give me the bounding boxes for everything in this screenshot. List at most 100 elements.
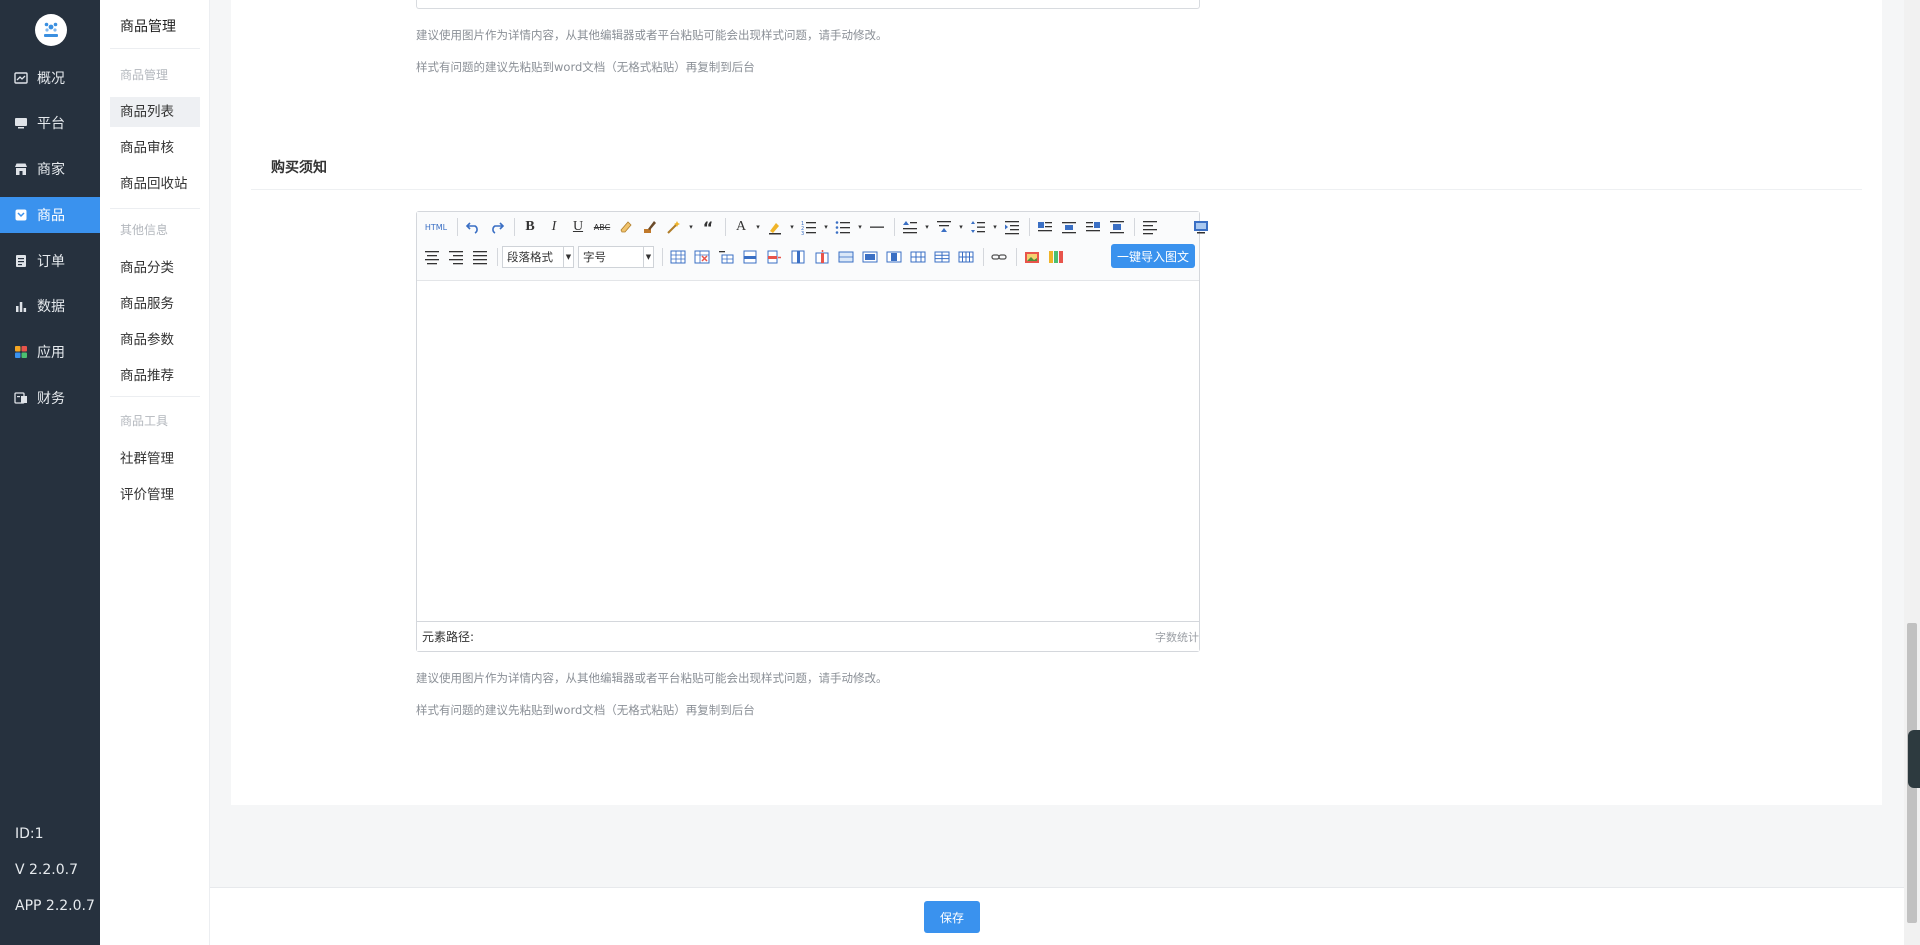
insert-column-icon[interactable] [787,246,809,268]
split-columns-icon[interactable] [955,246,977,268]
blockquote-icon[interactable]: “ [697,216,719,238]
nav-label: 平台 [37,116,65,132]
toolbar-separator [497,248,498,266]
chevron-down-icon[interactable]: ▾ [687,216,695,238]
align-justify-icon[interactable] [469,246,491,268]
multi-image-icon[interactable] [1045,246,1067,268]
chevron-down-icon[interactable]: ▾ [923,216,931,238]
html-source-button[interactable]: HTML [421,216,451,238]
ordered-list-icon[interactable]: 123 [798,216,820,238]
nav-platform[interactable]: 平台 [0,105,100,141]
line-height-icon[interactable] [967,216,989,238]
split-cells-icon[interactable] [907,246,929,268]
row-spacing-top-icon[interactable] [933,216,955,238]
italic-icon[interactable]: I [543,216,565,238]
horizontal-rule-icon[interactable] [866,216,888,238]
submenu-item-goods-review[interactable]: 商品审核 [110,133,200,163]
chevron-down-icon[interactable]: ▾ [788,216,796,238]
delete-table-icon[interactable] [691,246,713,268]
import-content-button[interactable]: 一键导入图文 [1110,244,1195,268]
paragraph-format-select[interactable]: 段落格式 ▼ [502,246,574,268]
nav-merchant[interactable]: 商家 [0,151,100,187]
chevron-down-icon[interactable]: ▾ [991,216,999,238]
nav-order[interactable]: 订单 [0,243,100,279]
element-path-label: 元素路径: [422,630,475,644]
highlight-color-icon[interactable] [764,216,786,238]
underline-icon[interactable]: U [567,216,589,238]
goods-icon [14,208,28,222]
indent-icon[interactable] [1001,216,1023,238]
chevron-down-icon[interactable]: ▾ [754,216,762,238]
save-button[interactable]: 保存 [924,901,980,933]
section-title: 购买须知 [271,160,327,176]
delete-column-icon[interactable] [811,246,833,268]
order-icon [14,254,28,268]
chevron-down-icon[interactable]: ▾ [856,216,864,238]
merge-right-icon[interactable] [859,246,881,268]
submenu-item-category[interactable]: 商品分类 [110,253,200,283]
bold-icon[interactable]: B [519,216,541,238]
fullscreen-icon[interactable] [1190,216,1212,238]
nav-goods[interactable]: 商品 [0,197,100,233]
undo-icon[interactable] [462,216,484,238]
merge-down-icon[interactable] [883,246,905,268]
insert-paragraph-before-table-icon[interactable] [715,246,737,268]
font-color-icon[interactable]: A [730,216,752,238]
floating-side-widget[interactable] [1908,730,1920,788]
main-content: 建议使用图片作为详情内容，从其他编辑器或者平台粘贴可能会出现样式问题，请手动修改… [210,0,1904,945]
nav-label: 商品 [37,208,65,224]
monitor-icon [14,116,28,130]
toolbar-separator [1134,218,1135,236]
chevron-down-icon[interactable]: ▾ [822,216,830,238]
nav-label: 数据 [37,299,65,315]
image-float-left-icon[interactable] [1034,216,1056,238]
format-brush-icon[interactable] [639,216,661,238]
editor-tip-word: 样式有问题的建议先粘贴到word文档（无格式粘贴）再复制到后台 [416,60,755,74]
divider [110,396,200,397]
submenu-item-recommend[interactable]: 商品推荐 [110,361,200,391]
nav-data[interactable]: 数据 [0,288,100,324]
delete-row-icon[interactable] [763,246,785,268]
app-version: APP 2.2.0.7 [15,898,95,914]
align-right-icon[interactable] [445,246,467,268]
nav-finance[interactable]: 财务 [0,380,100,416]
insert-image-icon[interactable] [1021,246,1043,268]
image-float-none-icon[interactable] [1058,216,1080,238]
submenu-item-reviews[interactable]: 评价管理 [110,480,200,510]
chevron-down-icon[interactable]: ▾ [957,216,965,238]
insert-table-icon[interactable] [667,246,689,268]
web-version: V 2.2.0.7 [15,862,79,878]
unordered-list-icon[interactable] [832,216,854,238]
paragraph-spacing-icon[interactable] [899,216,921,238]
auto-format-icon[interactable] [663,216,685,238]
submenu-group-label: 商品工具 [120,414,169,428]
submenu-item-community[interactable]: 社群管理 [110,444,200,474]
split-rows-icon[interactable] [931,246,953,268]
eraser-icon[interactable] [615,216,637,238]
align-left-icon[interactable] [1139,216,1161,238]
nav-label: 订单 [37,254,65,270]
submenu-item-service[interactable]: 商品服务 [110,289,200,319]
image-float-right-icon[interactable] [1082,216,1104,238]
insert-row-icon[interactable] [739,246,761,268]
rich-text-editor: HTML B I U ABC ▾ “ A ▾ ▾ 1 2 3 ▾ ▾ ▾ ▾ ▾… [416,211,1208,652]
strikethrough-icon[interactable]: ABC [591,216,613,238]
submenu-item-params[interactable]: 商品参数 [110,325,200,355]
submenu-item-goods-list[interactable]: 商品列表 [110,97,200,127]
editor-content-area[interactable] [417,282,1199,622]
page-scrollbar[interactable] [1904,0,1920,945]
toolbar-separator [983,248,984,266]
font-size-value: 字号 [583,250,606,264]
store-icon [14,162,28,176]
font-size-select[interactable]: 字号 ▼ [578,246,654,268]
app-logo[interactable] [35,14,67,46]
submenu-item-recycle-bin[interactable]: 商品回收站 [110,169,200,199]
bar-chart-icon [14,299,28,313]
nav-apps[interactable]: 应用 [0,334,100,370]
redo-icon[interactable] [486,216,508,238]
align-center-icon[interactable] [421,246,443,268]
nav-overview[interactable]: 概况 [0,60,100,96]
link-icon[interactable] [988,246,1010,268]
image-center-icon[interactable] [1106,216,1128,238]
merge-cells-icon[interactable] [835,246,857,268]
